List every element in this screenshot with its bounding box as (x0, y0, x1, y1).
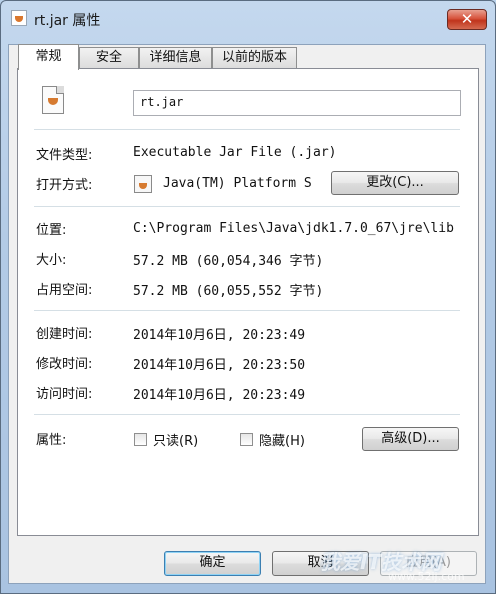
open-with-label: 打开方式: (36, 178, 93, 193)
accessed-value: 2014年10月6日, 20:23:49 (133, 388, 306, 403)
divider (34, 206, 460, 207)
advanced-button[interactable]: 高级(D)... (362, 427, 459, 451)
file-type-value: Executable Jar File (.jar) (133, 145, 337, 160)
divider (34, 129, 460, 130)
location-value: C:\Program Files\Java\jdk1.7.0_67\jre\li… (133, 221, 454, 236)
attributes-label: 属性: (36, 433, 67, 448)
location-label: 位置: (36, 223, 67, 238)
size-label: 大小: (36, 253, 67, 268)
ok-button[interactable]: 确定 (164, 551, 261, 576)
created-label: 创建时间: (36, 327, 93, 342)
accessed-label: 访问时间: (36, 387, 93, 402)
window-title: rt.jar 属性 (34, 13, 101, 29)
size-on-disk-label: 占用空间: (36, 283, 93, 298)
tab-previous-versions[interactable]: 以前的版本 (212, 47, 297, 68)
general-tab-panel: rt.jar 文件类型: Executable Jar File (.jar) … (17, 68, 479, 536)
java-jar-file-icon (42, 86, 64, 114)
tab-details[interactable]: 详细信息 (139, 47, 212, 68)
java-icon (134, 175, 152, 193)
readonly-label[interactable]: 只读(R) (153, 430, 198, 449)
tab-security[interactable]: 安全 (79, 47, 139, 68)
file-type-label: 文件类型: (36, 148, 93, 163)
divider (34, 310, 460, 311)
created-value: 2014年10月6日, 20:23:49 (133, 328, 306, 343)
modified-label: 修改时间: (36, 357, 93, 372)
size-on-disk-value: 57.2 MB (60,055,552 字节) (133, 284, 324, 299)
title-bar[interactable]: rt.jar 属性 ✕ (1, 1, 495, 35)
tab-general[interactable]: 常规 (18, 44, 79, 70)
hidden-label[interactable]: 隐藏(H) (259, 430, 305, 449)
size-value: 57.2 MB (60,054,346 字节) (133, 254, 324, 269)
change-button[interactable]: 更改(C)... (331, 171, 459, 195)
file-name-input[interactable]: rt.jar (133, 90, 461, 116)
modified-value: 2014年10月6日, 20:23:50 (133, 358, 306, 373)
divider (34, 414, 460, 415)
hidden-checkbox[interactable] (240, 433, 253, 446)
jar-file-icon (11, 10, 27, 26)
close-button[interactable]: ✕ (447, 9, 487, 30)
open-with-value: Java(TM) Platform S (163, 176, 312, 191)
readonly-checkbox[interactable] (134, 433, 147, 446)
site-watermark-url: www.52ij.com (388, 570, 465, 583)
